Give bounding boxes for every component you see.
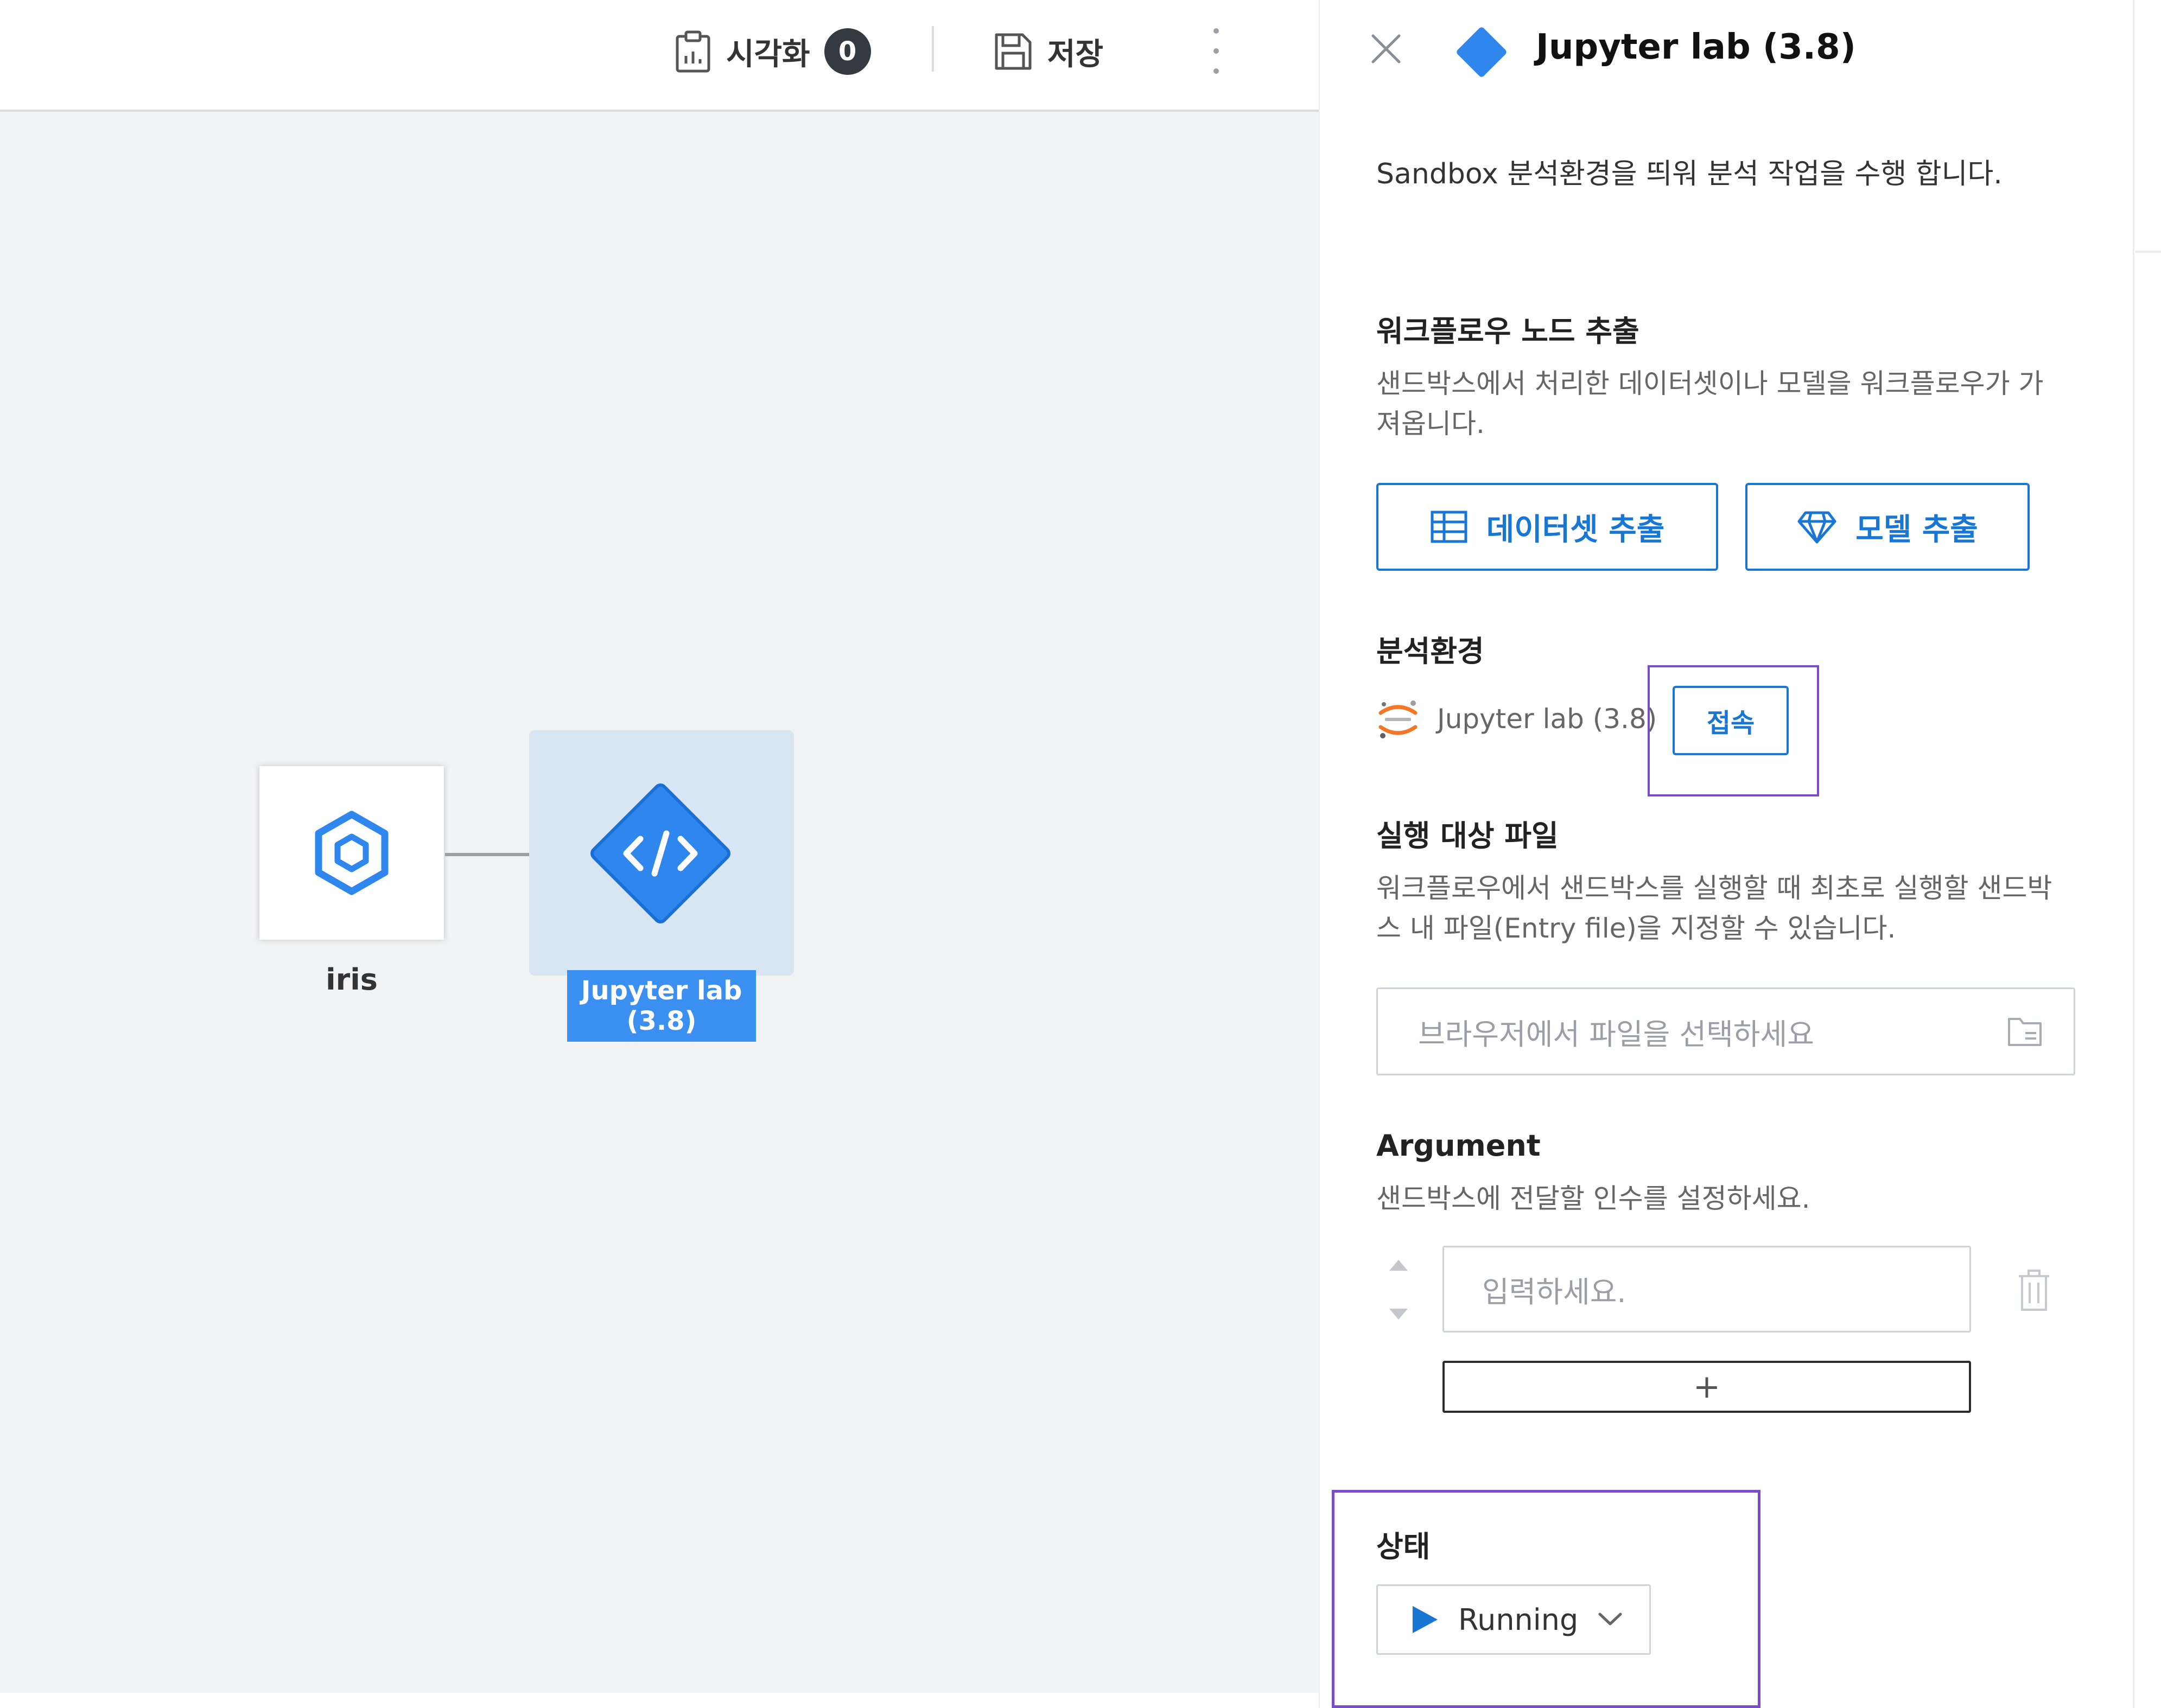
code-icon[interactable] <box>565 764 755 943</box>
status-value: Running <box>1458 1602 1579 1637</box>
node-label-iris: iris <box>326 963 378 997</box>
env-name: Jupyter lab (3.8) <box>1437 703 1657 735</box>
trash-icon[interactable] <box>2018 1270 2050 1311</box>
floppy-disk-icon <box>995 33 1032 70</box>
visualize-label: 시각화 <box>726 36 810 72</box>
entry-desc-line2: 스 내 파일(Entry file)을 지정할 수 있습니다. <box>1376 913 1896 944</box>
extract-model-button[interactable]: 모델 추출 <box>1745 483 2030 571</box>
entry-section-title: 실행 대상 파일 <box>1376 819 1559 853</box>
node-label-line2: (3.8) <box>626 1006 697 1036</box>
extract-desc-line2: 져옵니다. <box>1376 408 1485 439</box>
diamond-gem-icon <box>1797 511 1836 544</box>
panel-edge <box>2133 0 2161 1708</box>
toolbar-divider <box>932 26 934 72</box>
jupyter-logo-icon <box>1378 700 1418 738</box>
chevron-down-icon <box>1598 1613 1622 1626</box>
extract-desc-line1: 샌드박스에서 처리한 데이터셋이나 모델을 워크플로우가 가 <box>1376 368 2044 399</box>
close-icon[interactable] <box>1369 31 1403 66</box>
panel-edge-divider <box>2135 251 2161 253</box>
panel-description: Sandbox 분석환경을 띄워 분석 작업을 수행 합니다. <box>1376 158 2003 190</box>
save-label: 저장 <box>1047 36 1104 72</box>
more-vertical-icon[interactable] <box>1208 28 1224 74</box>
env-section-title: 분석환경 <box>1376 634 1484 668</box>
extract-dataset-label: 데이터셋 추출 <box>1486 512 1665 547</box>
sandbox-diamond-icon <box>1457 27 1507 77</box>
entry-desc-line1: 워크플로우에서 샌드박스를 실행할 때 최초로 실행할 샌드박 <box>1376 872 2052 904</box>
table-icon <box>1431 511 1467 543</box>
connect-button[interactable]: 접속 <box>1673 686 1789 755</box>
visualize-count-badge: 0 <box>824 28 871 75</box>
add-argument-button[interactable]: + <box>1442 1361 1971 1413</box>
extract-section-desc: 샌드박스에서 처리한 데이터셋이나 모델을 워크플로우가 가 져옵니다. <box>1376 364 2043 444</box>
extract-section-title: 워크플로우 노드 추출 <box>1376 314 1639 348</box>
dataset-node-iris[interactable] <box>259 766 444 940</box>
argument-section-desc: 샌드박스에 전달할 인수를 설정하세요. <box>1376 1183 1810 1214</box>
entry-file-placeholder: 브라우저에서 파일을 선택하세요 <box>1418 1017 1814 1051</box>
visualize-button[interactable]: 시각화 0 <box>674 22 871 81</box>
entry-section-desc: 워크플로우에서 샌드박스를 실행할 때 최초로 실행할 샌드박 스 내 파일(E… <box>1376 868 2052 948</box>
entry-file-input[interactable]: 브라우저에서 파일을 선택하세요 <box>1376 987 2075 1075</box>
extract-dataset-button[interactable]: 데이터셋 추출 <box>1376 483 1718 571</box>
node-label-jupyter: Jupyter lab (3.8) <box>567 970 756 1042</box>
node-label-line1: Jupyter lab <box>581 976 742 1006</box>
extract-model-label: 모델 추출 <box>1855 512 1978 547</box>
save-button[interactable]: 저장 <box>993 22 1103 81</box>
reorder-arrows-icon[interactable] <box>1385 1258 1412 1322</box>
hexagon-icon <box>315 811 389 895</box>
status-section-title: 상태 <box>1376 1529 1431 1564</box>
status-select[interactable]: Running <box>1376 1584 1651 1655</box>
play-icon <box>1413 1606 1438 1633</box>
argument-input[interactable]: 입력하세요. <box>1442 1246 1971 1333</box>
argument-placeholder: 입력하세요. <box>1482 1274 1626 1309</box>
panel-title: Jupyter lab (3.8) <box>1536 27 1856 67</box>
clipboard-chart-icon <box>676 30 710 73</box>
workflow-toolbar: 시각화 0 저장 <box>0 0 1319 112</box>
folder-icon[interactable] <box>2007 1015 2043 1048</box>
argument-section-title: Argument <box>1376 1129 1541 1163</box>
